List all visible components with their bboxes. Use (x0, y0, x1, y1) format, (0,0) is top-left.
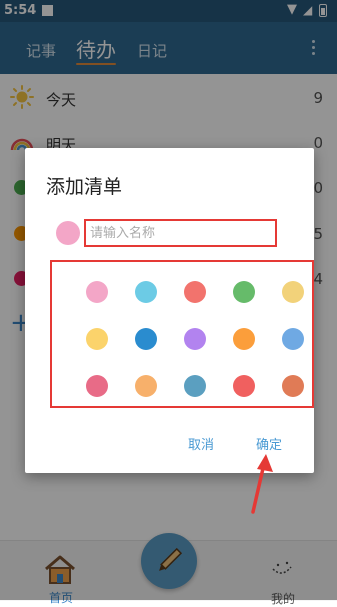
color-picker-grid (50, 260, 314, 408)
color-swatch[interactable] (184, 281, 206, 303)
color-swatch[interactable] (233, 375, 255, 397)
list-name-input[interactable] (84, 219, 277, 247)
color-swatch[interactable] (282, 328, 304, 350)
annotation-arrow-icon (251, 454, 273, 514)
add-list-dialog: 添加清单 取消 确定 (25, 148, 314, 473)
color-swatch[interactable] (86, 375, 108, 397)
color-swatch[interactable] (184, 328, 206, 350)
color-swatch[interactable] (233, 328, 255, 350)
dialog-title: 添加清单 (46, 176, 123, 198)
cancel-button[interactable]: 取消 (188, 434, 214, 453)
color-swatch[interactable] (282, 375, 304, 397)
color-swatch[interactable] (86, 281, 108, 303)
color-swatch[interactable] (135, 281, 157, 303)
color-swatch[interactable] (86, 328, 108, 350)
color-swatch[interactable] (282, 281, 304, 303)
color-swatch[interactable] (135, 375, 157, 397)
color-swatch[interactable] (233, 281, 255, 303)
confirm-button[interactable]: 确定 (256, 434, 282, 453)
selected-color-swatch (56, 221, 80, 245)
color-swatch[interactable] (184, 375, 206, 397)
color-swatch[interactable] (135, 328, 157, 350)
